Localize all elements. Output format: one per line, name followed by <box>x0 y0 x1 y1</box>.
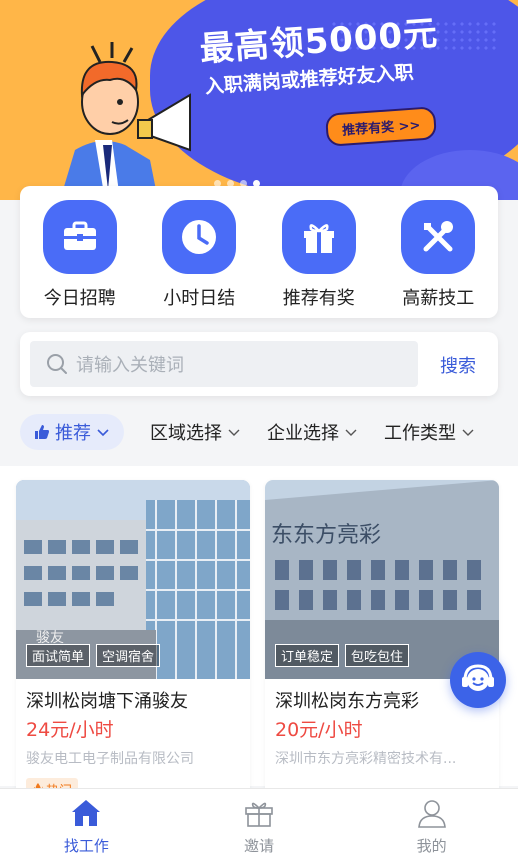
search-button[interactable]: 搜索 <box>440 352 476 378</box>
tab-label: 邀请 <box>244 837 275 855</box>
job-tag: 空调宿舍 <box>96 644 161 667</box>
quick-entry-hourly[interactable]: 小时日结 <box>144 200 254 318</box>
job-card[interactable]: 骏友 面试简单 空调宿舍 深圳松岗塘下涌骏友 24元/小时 骏友电工电子制品有限… <box>16 480 250 800</box>
job-company: 骏友电工电子制品有限公司 <box>26 751 194 767</box>
briefcase-icon <box>42 200 117 274</box>
promo-banner[interactable]: 最高领5000元 入职满岗或推荐好友入职 推荐有奖 >> <box>0 0 518 200</box>
filter-recommend-label: 推荐 <box>55 423 91 444</box>
quick-entry-label: 小时日结 <box>163 288 236 309</box>
filter-company[interactable]: 企业选择 <box>267 419 358 445</box>
filter-job-type[interactable]: 工作类型 <box>384 419 475 445</box>
user-icon <box>417 800 446 828</box>
filter-region[interactable]: 区域选择 <box>150 419 241 445</box>
quick-entry-label: 今日招聘 <box>43 288 116 309</box>
quick-entry-label: 推荐有奖 <box>282 288 355 309</box>
search-input[interactable]: 请输入关键词 <box>30 341 418 387</box>
job-card[interactable]: 东东方亮彩 订单稳定 包吃包住 深圳松岗东方亮彩 20元/小时 深圳市东方亮彩精… <box>265 480 499 800</box>
clock-icon <box>162 200 237 274</box>
quick-entry-today-jobs[interactable]: 今日招聘 <box>25 200 135 318</box>
job-list: 骏友 面试简单 空调宿舍 深圳松岗塘下涌骏友 24元/小时 骏友电工电子制品有限… <box>0 466 518 800</box>
job-salary: 20元/小时 <box>275 719 363 741</box>
job-tag: 面试简单 <box>26 644 91 667</box>
filter-label: 企业选择 <box>267 423 339 444</box>
job-photo: 骏友 面试简单 空调宿舍 <box>16 480 250 679</box>
tab-invite[interactable]: 邀请 <box>173 789 346 865</box>
chevron-down-icon <box>97 429 109 437</box>
tab-find-job[interactable]: 找工作 <box>0 789 173 865</box>
job-company: 深圳市东方亮彩精密技术有... <box>275 751 457 767</box>
gift-icon <box>281 200 356 274</box>
quick-entry-referral[interactable]: 推荐有奖 <box>264 200 374 318</box>
megaphone-person-illustration <box>60 42 191 200</box>
search-icon <box>47 354 67 374</box>
tab-label: 找工作 <box>63 837 109 855</box>
tab-label: 我的 <box>416 837 447 855</box>
job-tags: 订单稳定 包吃包住 <box>275 644 410 667</box>
quick-entry-label: 高薪技工 <box>402 288 475 309</box>
headset-icon <box>462 664 494 691</box>
job-tag: 订单稳定 <box>275 644 340 667</box>
job-salary: 24元/小时 <box>26 719 114 741</box>
search-card: 请输入关键词 搜索 <box>20 332 498 396</box>
gift-icon <box>245 802 273 827</box>
tab-mine[interactable]: 我的 <box>345 789 518 865</box>
app-page: 最高领5000元 入职满岗或推荐好友入职 推荐有奖 >> 今日招聘 小时日结 推… <box>0 0 518 865</box>
job-title: 深圳松岗塘下涌骏友 <box>26 691 188 712</box>
chevron-down-icon <box>462 429 474 436</box>
home-icon <box>72 800 101 826</box>
search-placeholder: 请输入关键词 <box>76 355 184 376</box>
bottom-tab-bar: 找工作 邀请 我的 <box>0 788 518 865</box>
filter-label: 工作类型 <box>384 423 456 444</box>
quick-entry-skilled[interactable]: 高薪技工 <box>383 200 493 318</box>
job-tags: 面试简单 空调宿舍 <box>26 644 161 667</box>
building-sign: 东东方亮彩 <box>271 523 381 548</box>
chevron-down-icon <box>228 429 240 436</box>
job-photo: 东东方亮彩 订单稳定 包吃包住 <box>265 480 499 679</box>
customer-service-button[interactable] <box>450 652 506 708</box>
filter-label: 区域选择 <box>150 423 222 444</box>
filter-bar: 推荐 区域选择 企业选择 工作类型 <box>0 410 518 454</box>
job-tag: 包吃包住 <box>345 644 410 667</box>
chevron-down-icon <box>345 429 357 436</box>
tools-icon <box>401 200 476 274</box>
filter-recommend[interactable]: 推荐 <box>20 414 124 450</box>
thumbs-up-icon <box>35 425 49 439</box>
quick-entry-panel: 今日招聘 小时日结 推荐有奖 高薪技工 <box>20 186 498 318</box>
